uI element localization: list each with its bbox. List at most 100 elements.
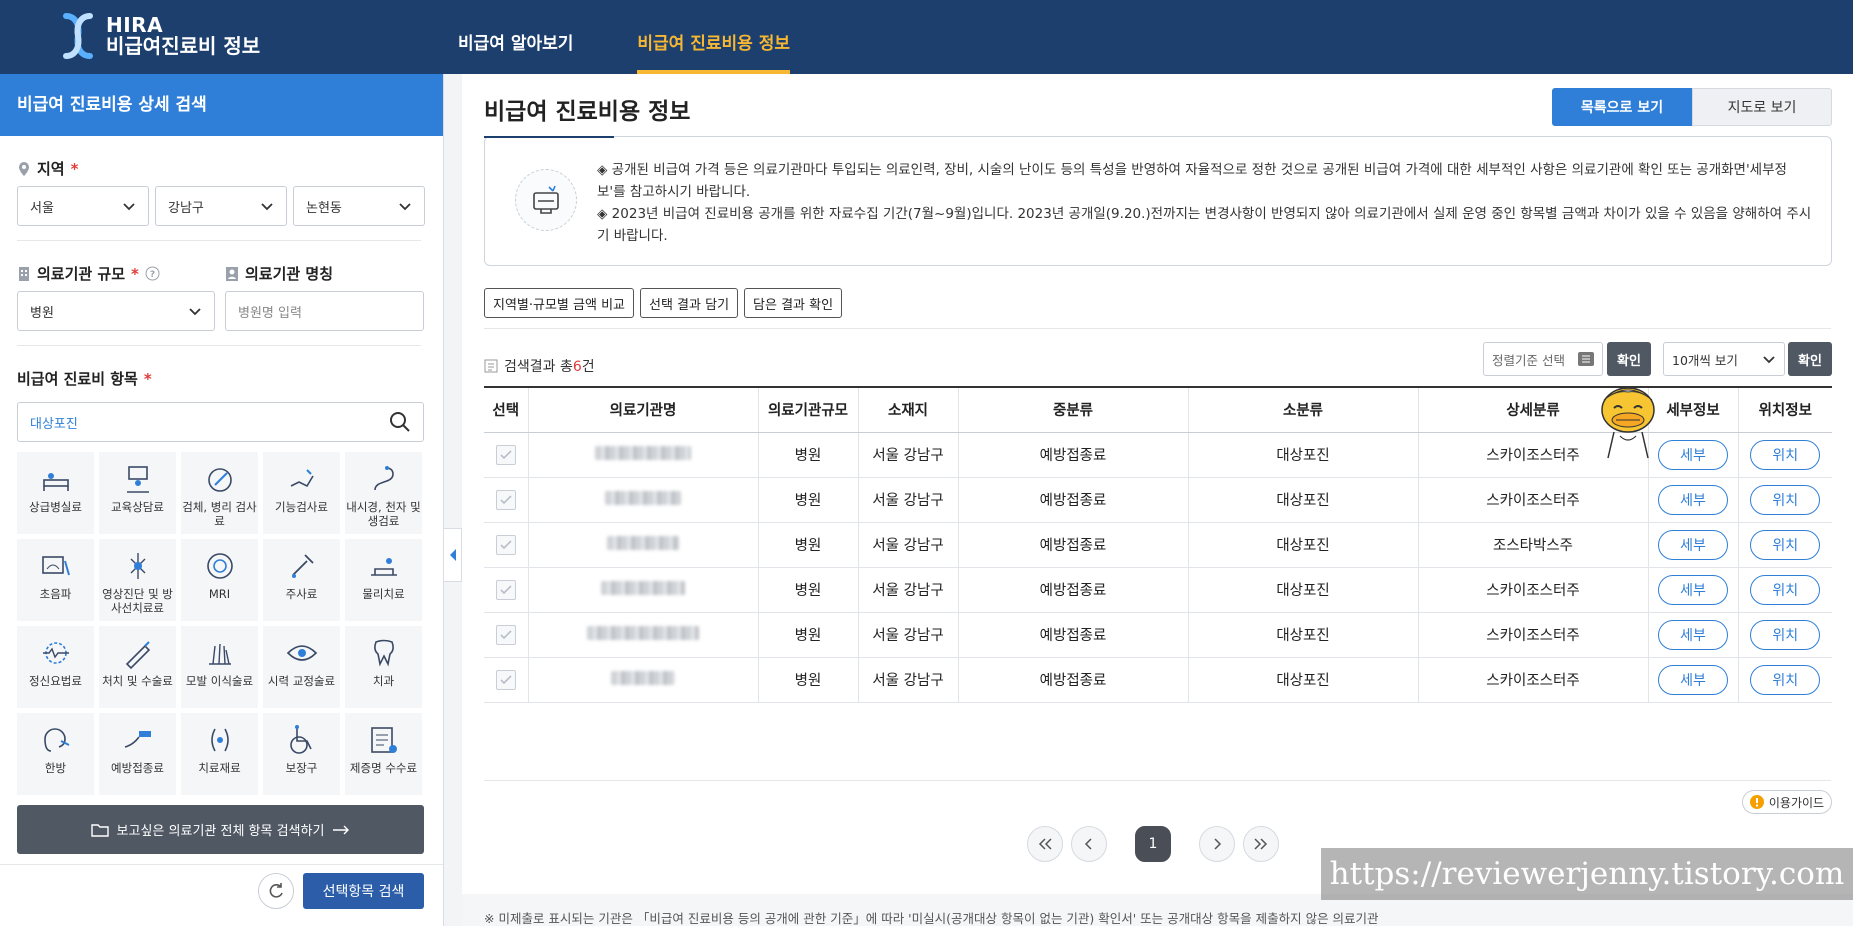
- item-tile[interactable]: 물리치료: [345, 539, 422, 621]
- detail-button[interactable]: 세부: [1658, 664, 1728, 695]
- search-icon[interactable]: [389, 411, 411, 433]
- detail-button[interactable]: 세부: [1658, 619, 1728, 650]
- location-button[interactable]: 위치: [1750, 484, 1821, 515]
- help-icon[interactable]: ?: [145, 266, 160, 281]
- location-button[interactable]: 위치: [1750, 529, 1821, 560]
- region-dong-select[interactable]: 논현동: [293, 186, 425, 226]
- hospital-name-cell: [528, 477, 759, 523]
- item-tile-grid: 상급병실료 교육상담료 검체, 병리 검사료 기능검사료 내시경, 천자 및 생검료초음…: [17, 452, 425, 795]
- nav-item-cost-info[interactable]: 비급여 진료비용 정보: [637, 0, 790, 74]
- location-button[interactable]: 위치: [1750, 619, 1821, 650]
- row-checkbox[interactable]: [495, 624, 516, 645]
- detail-button[interactable]: 세부: [1658, 439, 1728, 470]
- vaccine-icon: [124, 731, 151, 748]
- item-tile[interactable]: 한방: [17, 713, 94, 795]
- item-tile[interactable]: 정신요법료: [17, 626, 94, 708]
- svg-text:?: ?: [150, 270, 155, 280]
- usage-guide-label: 이용가이드: [1768, 795, 1825, 810]
- item-tile-label: 주사료: [285, 587, 318, 601]
- view-saved-button[interactable]: 담은 결과 확인: [744, 288, 843, 318]
- ear-icon: [43, 728, 69, 752]
- last-page-button[interactable]: [1243, 826, 1279, 862]
- scale-select[interactable]: 병원: [17, 291, 215, 331]
- per-page-select[interactable]: 10개씩 보기: [1663, 342, 1785, 376]
- table-row[interactable]: 병원 서울 강남구 예방접종료 대상포진 스카이조스터주 세부 위치: [484, 477, 1832, 523]
- sort-select[interactable]: 정렬기준 선택: [1483, 342, 1603, 376]
- redacted-hospital-name: [605, 490, 681, 505]
- row-checkbox[interactable]: [495, 579, 516, 600]
- item-tile[interactable]: 모발 이식술료: [181, 626, 258, 708]
- detail-button[interactable]: 세부: [1658, 529, 1728, 560]
- item-tile[interactable]: 초음파: [17, 539, 94, 621]
- nav-item-about[interactable]: 비급여 알아보기: [458, 0, 573, 74]
- table-row[interactable]: 병원 서울 강남구 예방접종료 대상포진 조스타박스주 세부 위치: [484, 522, 1832, 568]
- all-items-search-button[interactable]: 보고싶은 의료기관 전체 항목 검색하기: [17, 805, 424, 854]
- item-tile[interactable]: 내시경, 천자 및 생검료: [345, 452, 422, 534]
- mid-category-cell: 예방접종료: [958, 432, 1189, 478]
- table-row[interactable]: 병원 서울 강남구 예방접종료 대상포진 스카이조스터주 세부 위치: [484, 657, 1832, 703]
- row-checkbox[interactable]: [495, 444, 516, 465]
- column-header: 위치정보: [1738, 386, 1832, 433]
- item-tile[interactable]: 상급병실료: [17, 452, 94, 534]
- item-tile-label: 치과: [372, 674, 395, 688]
- detail-category-cell: 스카이조스터주: [1418, 657, 1649, 703]
- table-row[interactable]: 병원 서울 강남구 예방접종료 대상포진 스카이조스터주 세부 위치: [484, 567, 1832, 613]
- item-tile-label: 제증명 수수료: [349, 761, 418, 775]
- next-page-button[interactable]: [1199, 826, 1235, 862]
- scale-cell: 병원: [758, 477, 859, 523]
- region-district-select[interactable]: 강남구: [155, 186, 287, 226]
- item-tile[interactable]: 교육상담료: [99, 452, 176, 534]
- location-cell: 서울 강남구: [858, 522, 959, 568]
- item-tile[interactable]: 예방접종료: [99, 713, 176, 795]
- item-tile[interactable]: 치과: [345, 626, 422, 708]
- reset-button[interactable]: [258, 873, 294, 909]
- table-row[interactable]: 병원 서울 강남구 예방접종료 대상포진 스카이조스터주 세부 위치: [484, 612, 1832, 658]
- hira-logo[interactable]: HIRA 비급여진료비 정보: [60, 12, 260, 60]
- name-section-label: 의료기관 명칭: [225, 263, 333, 284]
- per-page-confirm-button[interactable]: 확인: [1788, 342, 1832, 376]
- chevron-down-icon: [1763, 356, 1775, 364]
- list-view-button[interactable]: 목록으로 보기: [1552, 88, 1692, 126]
- sort-confirm-button[interactable]: 확인: [1607, 342, 1651, 376]
- item-tile[interactable]: 보장구: [263, 713, 340, 795]
- item-tile[interactable]: 치료재료: [181, 713, 258, 795]
- save-selection-button[interactable]: 선택 결과 담기: [640, 288, 739, 318]
- sidebar-collapse-toggle[interactable]: [444, 528, 462, 582]
- items-search-input[interactable]: 대상포진: [17, 402, 424, 442]
- row-checkbox[interactable]: [495, 669, 516, 690]
- item-tile[interactable]: 처치 및 수술료: [99, 626, 176, 708]
- item-tile[interactable]: 주사료: [263, 539, 340, 621]
- scale-section-label: 의료기관 규모 * ?: [17, 263, 160, 284]
- hospital-name-input[interactable]: 병원명 입력: [225, 291, 424, 331]
- map-view-button[interactable]: 지도로 보기: [1692, 88, 1832, 126]
- row-checkbox[interactable]: [495, 534, 516, 555]
- info-icon: [1749, 795, 1764, 809]
- location-button[interactable]: 위치: [1750, 439, 1821, 470]
- location-info-cell: 위치: [1738, 612, 1832, 658]
- item-tile[interactable]: 검체, 병리 검사료: [181, 452, 258, 534]
- item-tile[interactable]: MRI: [181, 539, 258, 621]
- notice-line-1: ◈ 공개된 비급여 가격 등은 의료기관마다 투입되는 의료인력, 장비, 시술…: [597, 162, 1787, 200]
- location-button[interactable]: 위치: [1750, 574, 1821, 605]
- selected-items-search-button[interactable]: 선택항목 검색: [303, 873, 424, 909]
- small-category-cell: 대상포진: [1188, 657, 1419, 703]
- hospital-name-cell: [528, 432, 759, 478]
- first-page-button[interactable]: [1027, 826, 1063, 862]
- region-city-select[interactable]: 서울: [17, 186, 149, 226]
- detail-button[interactable]: 세부: [1658, 574, 1728, 605]
- compare-button[interactable]: 지역별·규모별 금액 비교: [484, 288, 634, 318]
- item-tile[interactable]: 제증명 수수료: [345, 713, 422, 795]
- item-tile[interactable]: 시력 교정술료: [263, 626, 340, 708]
- current-page[interactable]: 1: [1135, 826, 1171, 862]
- row-checkbox[interactable]: [495, 489, 516, 510]
- detail-button[interactable]: 세부: [1658, 484, 1728, 515]
- logo-subtitle: 비급여진료비 정보: [106, 34, 261, 58]
- item-tile-label: 모발 이식술료: [185, 674, 254, 688]
- location-button[interactable]: 위치: [1750, 664, 1821, 695]
- select-cell: [484, 612, 529, 658]
- item-tile[interactable]: 영상진단 및 방사선치료료: [99, 539, 176, 621]
- chevron-right-icon: [1214, 838, 1222, 850]
- usage-guide-button[interactable]: 이용가이드: [1742, 790, 1832, 814]
- item-tile[interactable]: 기능검사료: [263, 452, 340, 534]
- prev-page-button[interactable]: [1071, 826, 1107, 862]
